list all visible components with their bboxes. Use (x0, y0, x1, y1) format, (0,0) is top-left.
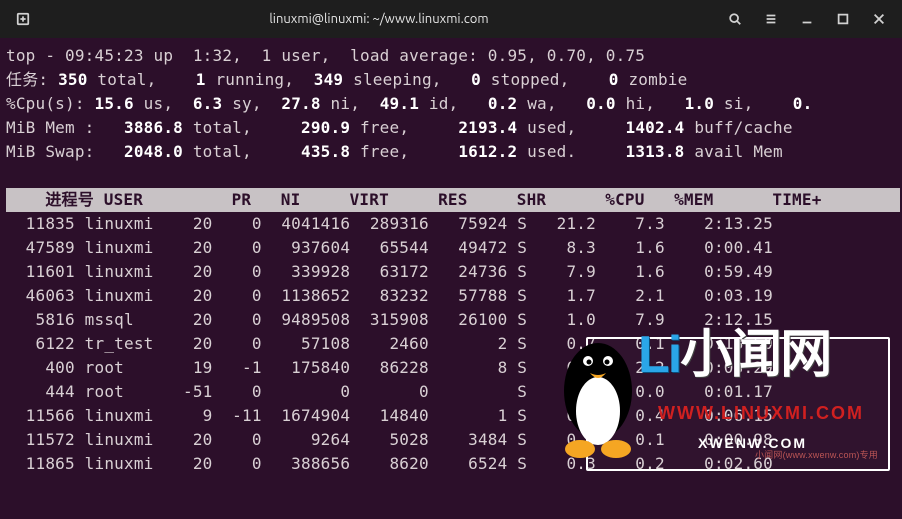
process-row: 6122 tr_test 20 0 57108 2460 2 S 0.7 0.1… (6, 332, 900, 356)
process-row: 5816 mssql 20 0 9489508 315908 26100 S 1… (6, 308, 900, 332)
blank-line (6, 164, 900, 188)
process-row: 46063 linuxmi 20 0 1138652 83232 57788 S… (6, 284, 900, 308)
swap-line: MiB Swap: 2048.0 total, 435.8 free, 1612… (6, 140, 900, 164)
new-tab-button[interactable] (6, 5, 40, 33)
minimize-button[interactable] (790, 5, 824, 33)
process-row: 444 root -51 0 0 0 S 0.3 0.0 0:01.17 (6, 380, 900, 404)
terminal-output[interactable]: top - 09:45:23 up 1:32, 1 user, load ave… (0, 38, 902, 519)
process-row: 47589 linuxmi 20 0 937604 65544 49472 S … (6, 236, 900, 260)
maximize-button[interactable] (826, 5, 860, 33)
process-row: 11601 linuxmi 20 0 339928 63172 24736 S … (6, 260, 900, 284)
cpu-line: %Cpu(s): 15.6 us, 6.3 sy, 27.8 ni, 49.1 … (6, 92, 900, 116)
tasks-line: 任务: 350 total, 1 running, 349 sleeping, … (6, 68, 900, 92)
top-summary-line: top - 09:45:23 up 1:32, 1 user, load ave… (6, 44, 900, 68)
process-row: 11865 linuxmi 20 0 388656 8620 6524 S 0.… (6, 452, 900, 476)
search-button[interactable] (718, 5, 752, 33)
close-button[interactable] (862, 5, 896, 33)
menu-button[interactable] (754, 5, 788, 33)
window-title: linuxmi@linuxmi: ~/www.linuxmi.com (40, 12, 718, 26)
process-row: 11835 linuxmi 20 0 4041416 289316 75924 … (6, 212, 900, 236)
process-row: 400 root 19 -1 175840 86228 8 S 0.3 2.2 … (6, 356, 900, 380)
process-table-header: 进程号 USER PR NI VIRT RES SHR %CPU %MEM TI… (6, 188, 900, 212)
mem-line: MiB Mem : 3886.8 total, 290.9 free, 2193… (6, 116, 900, 140)
titlebar: linuxmi@linuxmi: ~/www.linuxmi.com (0, 0, 902, 38)
process-row: 11566 linuxmi 9 -11 1674904 14840 1 S 0.… (6, 404, 900, 428)
process-row: 11572 linuxmi 20 0 9264 5028 3484 S 0.3 … (6, 428, 900, 452)
